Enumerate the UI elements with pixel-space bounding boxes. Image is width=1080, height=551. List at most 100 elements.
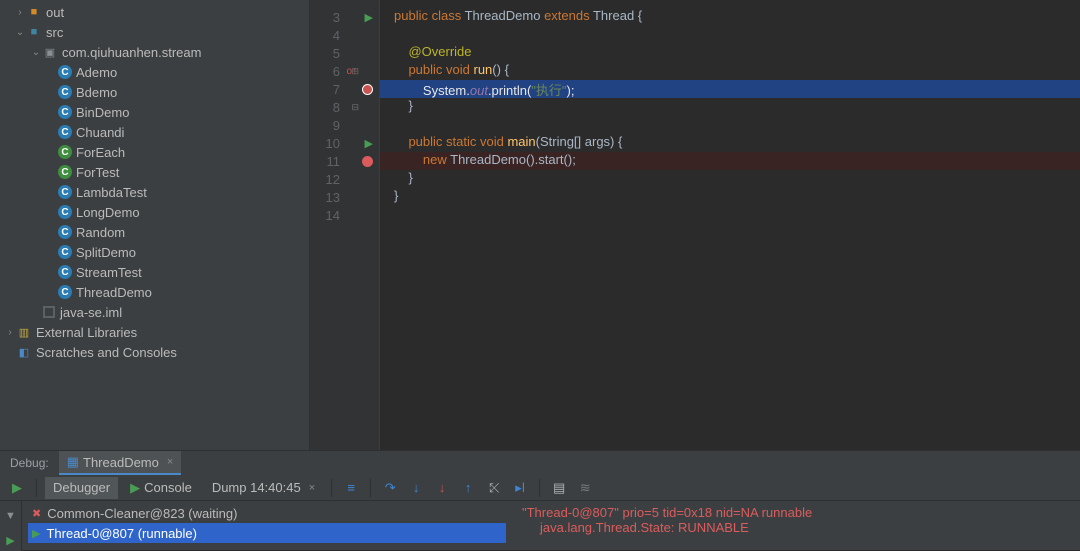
- scratch-icon: ◧: [16, 344, 32, 360]
- step-out-button[interactable]: ↑: [457, 477, 479, 499]
- source-folder-icon: ■: [26, 24, 42, 40]
- tree-label: Bdemo: [76, 85, 117, 100]
- application-icon: ▦: [67, 454, 79, 470]
- class-icon: C: [58, 65, 72, 79]
- run-to-cursor-button[interactable]: ▸ǀ: [509, 477, 531, 499]
- code-area[interactable]: public class ThreadDemo extends Thread {…: [380, 0, 1080, 450]
- thread-state-icon: ✖: [32, 507, 41, 520]
- tree-label: out: [46, 5, 64, 20]
- drop-frame-button[interactable]: ⤪: [483, 477, 505, 499]
- breakpoint-line: new ThreadDemo().start();: [380, 152, 1080, 170]
- line-number: 4: [320, 28, 340, 43]
- tree-label: BinDemo: [76, 105, 129, 120]
- thread-dump-output[interactable]: "Thread-0@807" prio=5 tid=0x18 nid=NA ru…: [512, 501, 1080, 551]
- code-editor[interactable]: 3▶ 4 5 6o↑⊟ 7 8⊟ 9 10▶ 11 12 13 14 publi…: [310, 0, 1080, 450]
- tree-label: src: [46, 25, 63, 40]
- tree-class-splitdemo[interactable]: C SplitDemo: [0, 242, 309, 262]
- fold-icon[interactable]: ⊟: [351, 66, 359, 77]
- line-number: 7: [320, 82, 340, 97]
- thread-row[interactable]: ✖Common-Cleaner@823 (waiting): [28, 503, 506, 523]
- iml-file-icon: [42, 305, 56, 319]
- force-step-into-button[interactable]: ↓: [431, 477, 453, 499]
- step-over-button[interactable]: ↷: [379, 477, 401, 499]
- package-icon: ▣: [42, 44, 58, 60]
- tree-label: External Libraries: [36, 325, 137, 340]
- class-icon: C: [58, 185, 72, 199]
- breakpoint-icon[interactable]: [362, 156, 373, 167]
- class-icon: C: [58, 85, 72, 99]
- tree-external-libraries[interactable]: › ▥ External Libraries: [0, 322, 309, 342]
- thread-row[interactable]: ▶Thread-0@807 (runnable): [28, 523, 506, 543]
- library-icon: ▥: [16, 324, 32, 340]
- tree-label: LongDemo: [76, 205, 140, 220]
- chevron-down-icon: ⌄: [14, 27, 26, 38]
- tree-label: SplitDemo: [76, 245, 136, 260]
- tree-class-chuandi[interactable]: CChuandi: [0, 122, 309, 142]
- run-gutter-icon[interactable]: ▶: [365, 11, 373, 24]
- trace-button[interactable]: ≋: [574, 477, 596, 499]
- debug-panel-label: Debug:: [0, 456, 59, 470]
- close-icon[interactable]: ×: [163, 456, 173, 468]
- tree-label: Ademo: [76, 65, 117, 80]
- line-number: 8: [320, 100, 340, 115]
- line-number: 5: [320, 46, 340, 61]
- tree-class-bindemo[interactable]: C BinDemo: [0, 102, 309, 122]
- close-icon[interactable]: ×: [305, 482, 315, 494]
- debug-tool-window[interactable]: Debug: ▦ ThreadDemo × ▶ Debugger ▶Consol…: [0, 450, 1080, 550]
- line-number: 10: [320, 136, 340, 151]
- tree-class-threaddemo[interactable]: C ThreadDemo: [0, 282, 309, 302]
- resume-button[interactable]: ▶: [6, 477, 28, 499]
- class-icon: C: [58, 285, 72, 299]
- tree-label: Chuandi: [76, 125, 124, 140]
- rerun-button[interactable]: ▶: [0, 530, 22, 551]
- filter-button[interactable]: ▼: [0, 505, 22, 526]
- line-number: 11: [320, 154, 340, 169]
- tree-class-fortest[interactable]: CForTest: [0, 162, 309, 182]
- tree-folder-out[interactable]: › ■ out: [0, 2, 309, 22]
- tree-label: StreamTest: [76, 265, 142, 280]
- tree-label: ThreadDemo: [76, 285, 152, 300]
- line-number: 12: [320, 172, 340, 187]
- debug-toolbar: ▶ Debugger ▶Console Dump 14:40:45× ≡ ↷ ↓…: [0, 475, 1080, 501]
- run-gutter-icon[interactable]: ▶: [365, 137, 373, 150]
- breakpoint-icon[interactable]: [362, 84, 373, 95]
- tab-label: ThreadDemo: [83, 455, 159, 470]
- evaluate-expression-button[interactable]: ▤: [548, 477, 570, 499]
- project-tree[interactable]: › ■ out ⌄ ■ src ⌄ ▣ com.qiuhuanhen.strea…: [0, 0, 310, 450]
- editor-gutter[interactable]: 3▶ 4 5 6o↑⊟ 7 8⊟ 9 10▶ 11 12 13 14: [310, 0, 380, 450]
- thread-state-icon: ▶: [32, 527, 40, 540]
- tree-class-foreach[interactable]: CForEach: [0, 142, 309, 162]
- class-icon: C: [58, 105, 72, 119]
- tree-label: LambdaTest: [76, 185, 147, 200]
- dump-tab[interactable]: Dump 14:40:45×: [204, 477, 323, 499]
- tree-class-streamtest[interactable]: C StreamTest: [0, 262, 309, 282]
- chevron-down-icon: ⌄: [30, 47, 42, 58]
- debug-runconfig-tab[interactable]: ▦ ThreadDemo ×: [59, 451, 182, 475]
- class-icon: C: [58, 225, 72, 239]
- tree-label: java-se.iml: [60, 305, 122, 320]
- class-icon: C: [58, 245, 72, 259]
- fold-icon[interactable]: ⊟: [351, 102, 359, 113]
- tree-scratches[interactable]: ◧ Scratches and Consoles: [0, 342, 309, 362]
- console-tab[interactable]: ▶Console: [122, 477, 200, 499]
- tree-label: Random: [76, 225, 125, 240]
- tree-class-longdemo[interactable]: C LongDemo: [0, 202, 309, 222]
- tree-class-lambdatest[interactable]: C LambdaTest: [0, 182, 309, 202]
- tree-class-random[interactable]: C Random: [0, 222, 309, 242]
- tree-label: ForEach: [76, 145, 125, 160]
- tree-package[interactable]: ⌄ ▣ com.qiuhuanhen.stream: [0, 42, 309, 62]
- tree-class-bdemo[interactable]: C Bdemo: [0, 82, 309, 102]
- show-execution-point-button[interactable]: ≡: [340, 477, 362, 499]
- tree-label: ForTest: [76, 165, 119, 180]
- class-icon: C: [58, 205, 72, 219]
- tree-class-ademo[interactable]: C Ademo: [0, 62, 309, 82]
- tree-file-iml[interactable]: java-se.iml: [0, 302, 309, 322]
- threads-list[interactable]: ✖Common-Cleaner@823 (waiting)▶Thread-0@8…: [22, 501, 512, 551]
- class-icon: C: [58, 265, 72, 279]
- line-number: 3: [320, 10, 340, 25]
- line-number: 6: [320, 64, 340, 79]
- step-into-button[interactable]: ↓: [405, 477, 427, 499]
- debugger-tab[interactable]: Debugger: [45, 477, 118, 499]
- tree-folder-src[interactable]: ⌄ ■ src: [0, 22, 309, 42]
- dump-line: java.lang.Thread.State: RUNNABLE: [522, 520, 1070, 535]
